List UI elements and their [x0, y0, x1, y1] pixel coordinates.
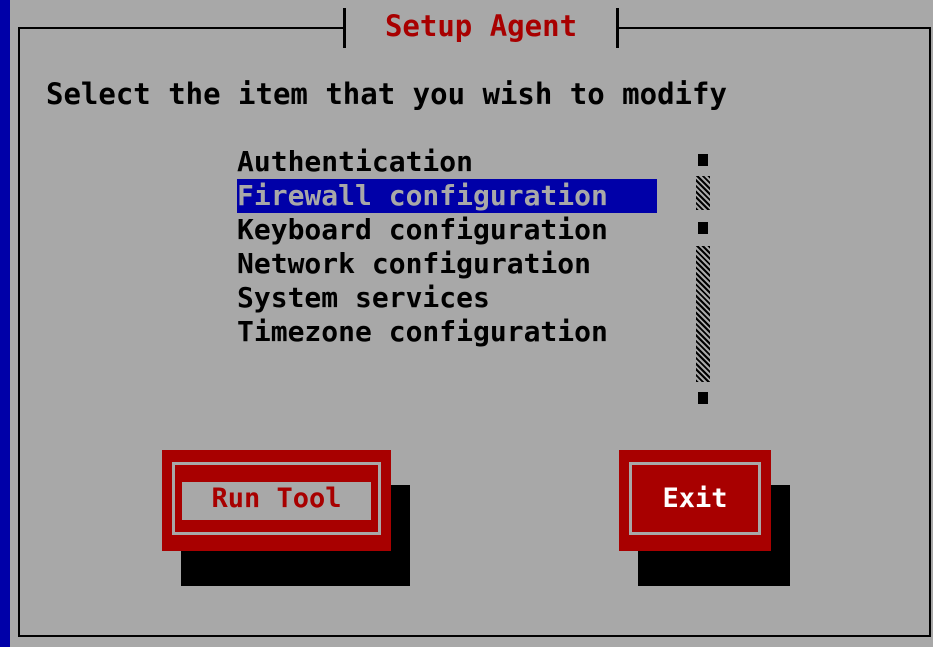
list-item-authentication[interactable]: Authentication: [237, 145, 667, 179]
setup-agent-dialog: Setup Agent Select the item that you wis…: [10, 0, 933, 647]
run-tool-button[interactable]: Run Tool: [162, 450, 391, 551]
scroll-up-arrow-icon[interactable]: [698, 154, 708, 166]
prompt-text: Select the item that you wish to modify: [46, 77, 727, 111]
list-item-keyboard-configuration[interactable]: Keyboard configuration: [237, 213, 667, 247]
scrollbar-track-lower[interactable]: [696, 246, 710, 382]
list-item-timezone-configuration[interactable]: Timezone configuration: [237, 315, 667, 349]
list-scrollbar[interactable]: [696, 150, 710, 410]
exit-label: Exit: [662, 483, 728, 514]
dialog-title-box: Setup Agent: [343, 8, 619, 48]
list-item-firewall-configuration[interactable]: Firewall configuration: [237, 179, 657, 213]
scroll-down-arrow-icon[interactable]: [698, 392, 708, 404]
exit-button[interactable]: Exit: [619, 450, 771, 551]
scrollbar-thumb[interactable]: [698, 222, 708, 234]
dialog-title: Setup Agent: [384, 9, 578, 43]
list-item-system-services[interactable]: System services: [237, 281, 667, 315]
list-item-network-configuration[interactable]: Network configuration: [237, 247, 667, 281]
scrollbar-track-upper[interactable]: [696, 176, 710, 210]
run-tool-label: Run Tool: [211, 483, 342, 514]
tool-listbox[interactable]: Authentication Firewall configuration Ke…: [237, 145, 667, 349]
